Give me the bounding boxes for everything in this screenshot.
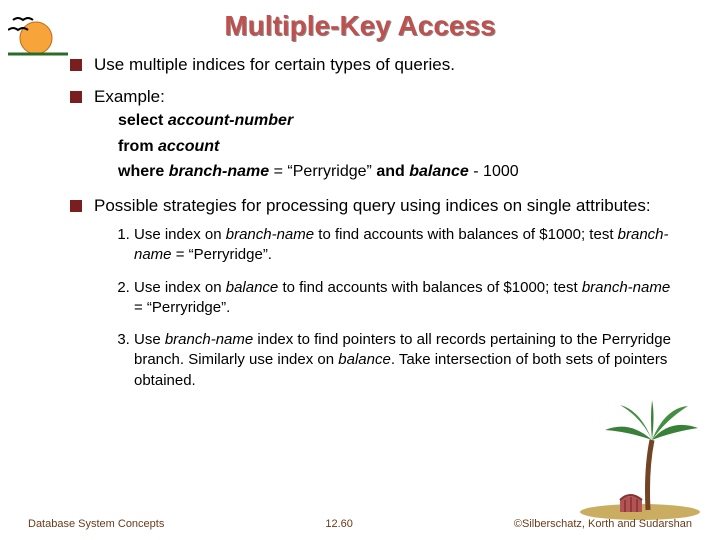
s3-a: Use [134, 331, 165, 348]
s1-a: Use index on [134, 226, 226, 243]
slide: Multiple-Key Access Use multiple indices… [0, 0, 720, 540]
sql-select-id: account-number [168, 112, 293, 129]
sql-where-mid: = “Perryridge” [274, 163, 377, 180]
sql-where-id2: balance [409, 163, 469, 180]
slide-content: Use multiple indices for certain types o… [0, 42, 720, 391]
s1-it1: branch-name [226, 226, 314, 243]
palm-tree-icon [570, 400, 710, 520]
s3-it1: branch-name [165, 331, 253, 348]
strategy-1: Use index on branch-name to find account… [134, 225, 680, 266]
strategy-3: Use branch-name index to find pointers t… [134, 330, 680, 391]
s1-c: = “Perryridge”. [172, 246, 272, 263]
sql-where-id1: branch-name [169, 163, 269, 180]
bullet-3: Possible strategies for processing query… [70, 195, 680, 391]
sql-from-kw: from [118, 138, 154, 155]
s2-a: Use index on [134, 279, 226, 296]
strategy-2: Use index on balance to find accounts wi… [134, 278, 680, 319]
sql-from-id: account [158, 138, 219, 155]
slide-title: Multiple-Key Access [0, 0, 720, 42]
footer-left: Database System Concepts [28, 518, 164, 530]
s3-it2: balance [338, 351, 391, 368]
sql-select-kw: select [118, 112, 163, 129]
s2-it1: balance [226, 279, 279, 296]
s2-c: = “Perryridge”. [134, 299, 230, 316]
strategies-list: Use index on branch-name to find account… [94, 225, 680, 391]
s1-b: to find accounts with balances of $1000;… [314, 226, 618, 243]
footer: Database System Concepts 12.60 ©Silbersc… [0, 518, 720, 530]
bullet-2: Example: select account-number from acco… [70, 86, 680, 185]
s2-b: to find accounts with balances of $1000;… [278, 279, 582, 296]
sql-where-tail: - 1000 [473, 163, 518, 180]
footer-right: ©Silberschatz, Korth and Sudarshan [514, 518, 692, 530]
footer-center: 12.60 [325, 518, 353, 530]
sql-block: select account-number from account where… [94, 108, 680, 185]
sql-where-kw: where [118, 163, 164, 180]
bullet-3-text: Possible strategies for processing query… [94, 196, 651, 215]
s2-it2: branch-name [582, 279, 670, 296]
bullet-1: Use multiple indices for certain types o… [70, 54, 680, 76]
bullet-2-label: Example: [94, 87, 165, 106]
sql-and-kw: and [376, 163, 404, 180]
